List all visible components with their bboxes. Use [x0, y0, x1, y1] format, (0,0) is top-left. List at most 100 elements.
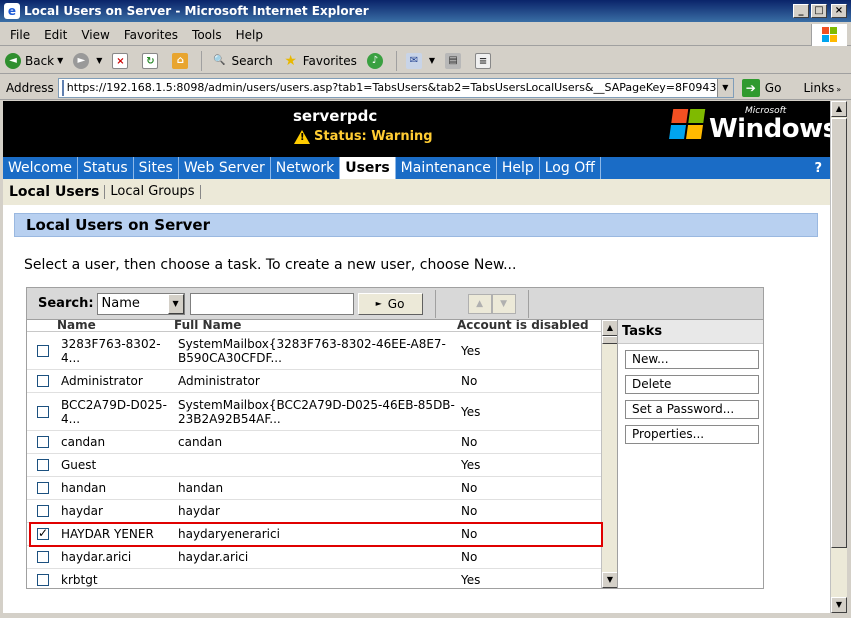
row-checkbox[interactable]	[37, 482, 49, 494]
window-title: Local Users on Server - Microsoft Intern…	[24, 4, 369, 18]
chevron-down-icon[interactable]: ▼	[716, 78, 733, 97]
menu-tools[interactable]: Tools	[185, 28, 229, 42]
chevron-down-icon[interactable]: ▼	[57, 56, 63, 65]
maximize-button[interactable]: □	[811, 4, 827, 18]
row-checkbox[interactable]	[37, 574, 49, 586]
row-checkbox-cell	[27, 499, 57, 523]
forward-arrow-icon: ►	[73, 52, 90, 69]
edit-button[interactable]: ≡	[470, 50, 500, 72]
tab-log-off[interactable]: Log Off	[540, 157, 601, 179]
table-row[interactable]: haydar haydar No	[27, 499, 601, 523]
table-row[interactable]: haydar.arici haydar.arici No	[27, 545, 601, 569]
cell-full-name	[174, 453, 457, 477]
go-button[interactable]: ➔ Go	[741, 78, 781, 97]
tab-network[interactable]: Network	[271, 157, 341, 179]
favorites-button[interactable]: ★ Favorites	[278, 50, 362, 72]
cell-full-name: haydar.arici	[174, 545, 457, 569]
back-button[interactable]: ◄ Back ▼	[0, 50, 68, 72]
tab-users[interactable]: Users	[340, 157, 396, 179]
row-checkbox[interactable]	[37, 436, 49, 448]
subtab-local-groups[interactable]: Local Groups	[105, 185, 201, 199]
search-go-button[interactable]: ► Go	[357, 292, 423, 315]
tab-welcome[interactable]: Welcome	[3, 157, 79, 179]
table-row[interactable]: handan handan No	[27, 476, 601, 500]
row-checkbox-cell	[27, 331, 57, 370]
menu-view[interactable]: View	[74, 28, 116, 42]
address-input[interactable]: https://192.168.1.5:8098/admin/users/use…	[57, 77, 734, 98]
cell-full-name	[174, 568, 457, 588]
favorites-label: Favorites	[302, 53, 357, 68]
minimize-button[interactable]: _	[793, 4, 809, 18]
scroll-down-icon[interactable]: ▼	[602, 572, 618, 588]
row-checkbox[interactable]	[37, 344, 49, 357]
table-row[interactable]: candan candan No	[27, 430, 601, 454]
new-user-button[interactable]: New...	[625, 350, 759, 369]
page-scrollbar[interactable]: ▲ ▼	[830, 101, 847, 613]
scroll-up-icon[interactable]: ▲	[602, 320, 618, 336]
chevron-down-icon[interactable]: ▼	[96, 56, 102, 65]
refresh-button[interactable]: ↻	[137, 50, 167, 72]
row-checkbox[interactable]	[37, 505, 49, 517]
sort-descending-button[interactable]: ▼	[491, 293, 516, 314]
row-checkbox[interactable]	[37, 375, 49, 387]
media-button[interactable]: ♪	[362, 50, 392, 72]
properties-button[interactable]: Properties...	[625, 425, 759, 444]
select-all-header[interactable]	[27, 320, 57, 332]
subtab-local-users[interactable]: Local Users	[3, 185, 106, 199]
search-input[interactable]	[189, 292, 354, 315]
star-icon: ★	[284, 52, 297, 69]
row-checkbox[interactable]	[37, 526, 49, 540]
table-row[interactable]: BCC2A79D-D025-4... SystemMailbox{BCC2A79D…	[27, 392, 601, 431]
row-checkbox[interactable]	[37, 459, 49, 471]
forward-button[interactable]: ► ▼	[68, 50, 107, 72]
search-separator	[434, 289, 436, 318]
tab-help[interactable]: Help	[497, 157, 540, 179]
column-header-full-name[interactable]: Full Name	[174, 320, 457, 332]
column-header-name[interactable]: Name	[57, 320, 174, 332]
warning-icon: !	[294, 129, 310, 144]
tab-maintenance[interactable]: Maintenance	[396, 157, 497, 179]
menu-favorites[interactable]: Favorites	[117, 28, 185, 42]
tab-web-server[interactable]: Web Server	[179, 157, 271, 179]
home-icon: ⌂	[172, 52, 189, 69]
sort-ascending-button[interactable]: ▲	[467, 293, 492, 314]
row-checkbox-cell	[27, 392, 57, 431]
scroll-up-icon[interactable]: ▲	[831, 101, 847, 117]
chevron-down-icon[interactable]: ▼	[429, 56, 435, 65]
home-button[interactable]: ⌂	[167, 50, 197, 72]
table-row[interactable]: 3283F763-8302-4... SystemMailbox{3283F763…	[27, 331, 601, 370]
stop-button[interactable]: ×	[107, 50, 137, 72]
search-field-value: Name	[101, 296, 140, 311]
scroll-thumb[interactable]	[602, 336, 618, 344]
table-row[interactable]: Guest Yes	[27, 453, 601, 477]
table-scrollbar[interactable]: ▲ ▼	[601, 320, 618, 588]
scroll-thumb[interactable]	[831, 118, 847, 548]
row-checkbox[interactable]	[37, 551, 49, 563]
row-checkbox[interactable]	[37, 405, 49, 418]
tab-status[interactable]: Status	[78, 157, 134, 179]
close-button[interactable]: ×	[831, 4, 847, 18]
status-indicator[interactable]: ! Status: Warning	[294, 129, 433, 144]
set-password-button[interactable]: Set a Password...	[625, 400, 759, 419]
print-button[interactable]: ▤	[440, 50, 470, 72]
cell-account-disabled: No	[457, 476, 601, 500]
back-arrow-icon: ◄	[5, 52, 21, 69]
table-row[interactable]: Administrator Administrator No	[27, 369, 601, 393]
menu-help[interactable]: Help	[229, 28, 270, 42]
mail-button[interactable]: ✉ ▼	[401, 50, 440, 72]
table-row[interactable]: krbtgt Yes	[27, 568, 601, 588]
tab-sites[interactable]: Sites	[134, 157, 179, 179]
search-field-select[interactable]: Name ▼	[96, 292, 185, 315]
table-row[interactable]: HAYDAR YENERhaydaryenerariciNo	[27, 522, 601, 546]
tasks-title: Tasks	[618, 320, 763, 344]
delete-user-button[interactable]: Delete	[625, 375, 759, 394]
help-question-icon[interactable]: ?	[806, 157, 830, 179]
chevron-down-icon[interactable]: ▼	[167, 293, 184, 314]
menu-edit[interactable]: Edit	[37, 28, 74, 42]
menu-file[interactable]: File	[0, 28, 37, 42]
cell-account-disabled: Yes	[457, 568, 601, 588]
links-button[interactable]: Links»	[803, 81, 841, 95]
search-button[interactable]: 🔍 Search	[206, 50, 277, 72]
scroll-down-icon[interactable]: ▼	[831, 597, 847, 613]
column-header-account-disabled[interactable]: Account is disabled	[457, 320, 601, 332]
